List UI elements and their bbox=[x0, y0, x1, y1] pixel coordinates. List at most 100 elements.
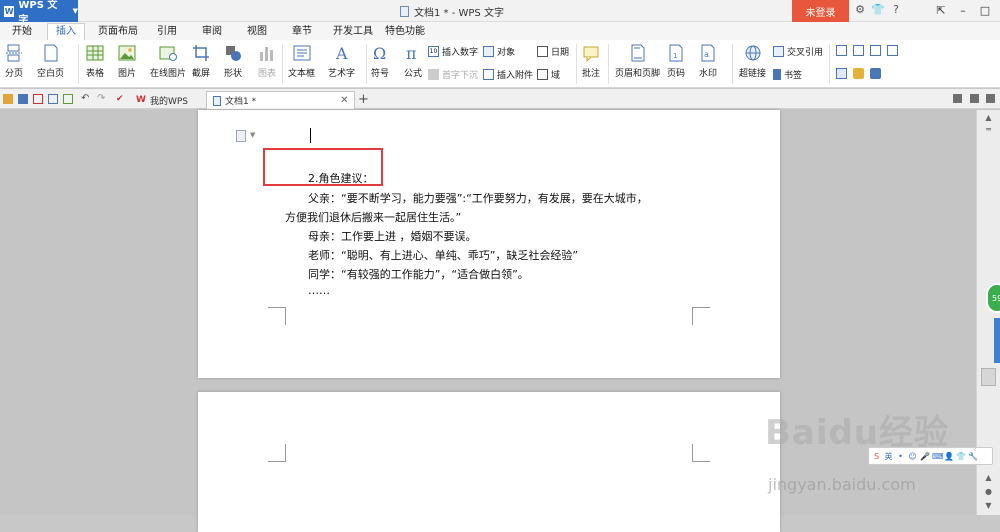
doc-line-heading[interactable]: 2.角色建议： bbox=[308, 170, 374, 186]
attachment-button[interactable]: 插入附件 bbox=[483, 68, 533, 81]
settings-icon[interactable]: ⚙ bbox=[853, 3, 867, 17]
screenshot-button[interactable]: 截屏 bbox=[192, 40, 210, 79]
svg-text:a: a bbox=[704, 50, 709, 59]
doc-line[interactable]: 方便我们退休后搬来一起居住生活。” bbox=[285, 209, 461, 225]
customize-icon[interactable]: ✔ bbox=[116, 94, 126, 104]
english-mode-icon[interactable]: 英 bbox=[884, 452, 893, 461]
field-button[interactable]: 域 bbox=[537, 68, 560, 81]
next-page-button[interactable]: ▼ bbox=[981, 500, 996, 512]
chart-button[interactable]: 图表 bbox=[258, 40, 276, 79]
header-footer-icon bbox=[631, 44, 644, 62]
insert-number-button[interactable]: 10 插入数字 bbox=[428, 45, 478, 58]
crossref-button[interactable]: 交叉引用 bbox=[773, 45, 823, 58]
prev-page-button[interactable]: ▲ bbox=[981, 472, 996, 484]
voice-icon[interactable]: 🎤 bbox=[920, 452, 930, 461]
tools-icon[interactable]: 🔧 bbox=[968, 452, 978, 461]
minimize-button[interactable]: – bbox=[954, 3, 972, 18]
date-button[interactable]: 日期 bbox=[537, 45, 569, 58]
doc-line[interactable]: 同学：“有较强的工作能力”，“适合做白领”。 bbox=[308, 266, 529, 282]
skin-icon[interactable]: 👕 bbox=[871, 3, 885, 17]
watermark-button[interactable]: a 水印 bbox=[699, 40, 717, 79]
punctuation-icon[interactable]: • bbox=[896, 452, 905, 461]
scroll-up-button[interactable]: ▲ bbox=[981, 112, 996, 124]
lock-icon[interactable] bbox=[870, 68, 881, 79]
restore-top-icon[interactable]: ⇱ bbox=[932, 3, 950, 18]
more-icon[interactable] bbox=[986, 94, 995, 103]
object-label: 对象 bbox=[497, 48, 516, 58]
tab-references[interactable]: 引用 bbox=[157, 24, 177, 40]
save-icon[interactable] bbox=[18, 94, 28, 104]
print-icon[interactable] bbox=[48, 94, 58, 104]
page-1[interactable]: ▼ 2.角色建议： 父亲：“要不断学习，能力要强”:“工作要努力，有发展，要在大… bbox=[198, 110, 780, 378]
split-icon[interactable]: ═ bbox=[981, 124, 996, 136]
maximize-button[interactable]: □ bbox=[976, 3, 994, 18]
redo-icon[interactable]: ↷ bbox=[97, 94, 107, 104]
textbox-button[interactable]: 文本框 bbox=[288, 40, 315, 79]
undo-icon[interactable]: ↶ bbox=[81, 94, 91, 104]
side-badge[interactable]: 59 bbox=[986, 283, 1000, 313]
page-number-button[interactable]: 1 页码 bbox=[667, 40, 685, 79]
paragraph-layout-icon[interactable] bbox=[236, 130, 246, 142]
form-icon[interactable] bbox=[836, 45, 847, 56]
symbol-button[interactable]: Ω 符号 bbox=[371, 40, 389, 79]
tab-special[interactable]: 特色功能 bbox=[385, 24, 425, 40]
picture-button[interactable]: 图片 bbox=[118, 40, 136, 79]
tab-view[interactable]: 视图 bbox=[247, 24, 267, 40]
formula-button[interactable]: π 公式 bbox=[404, 40, 422, 79]
dropdown-icon[interactable] bbox=[870, 45, 881, 56]
side-panel-toggle[interactable] bbox=[994, 318, 1000, 363]
object-button[interactable]: 对象 bbox=[483, 45, 515, 58]
document-canvas[interactable]: ▼ 2.角色建议： 父亲：“要不断学习，能力要强”:“工作要努力，有发展，要在大… bbox=[0, 110, 976, 532]
shape-button[interactable]: 形状 bbox=[224, 40, 242, 79]
help-icon[interactable]: ? bbox=[889, 3, 903, 17]
page-break-button[interactable]: 分页 bbox=[5, 40, 23, 79]
doc-line[interactable]: 老师：“聪明、有上进心、单纯、乖巧”，缺乏社会经验” bbox=[308, 247, 578, 263]
eraser-icon[interactable] bbox=[853, 68, 864, 79]
open-icon[interactable] bbox=[3, 94, 13, 104]
comment-button[interactable]: 批注 bbox=[582, 40, 600, 79]
tab-chapter[interactable]: 章节 bbox=[292, 24, 312, 40]
formula-label: 公式 bbox=[404, 69, 423, 79]
tab-document1[interactable]: 文档1 * ✕ bbox=[206, 91, 356, 109]
tab-home[interactable]: 开始 bbox=[12, 24, 32, 40]
chart-icon bbox=[260, 47, 273, 61]
emoji-icon[interactable]: ☺ bbox=[908, 452, 917, 461]
tab-page-layout[interactable]: 页面布局 bbox=[98, 24, 138, 40]
page-2[interactable] bbox=[198, 392, 780, 532]
chevron-down-icon: ▼ bbox=[250, 131, 256, 139]
online-picture-button[interactable]: 在线图片 bbox=[150, 40, 186, 79]
app-menu-button[interactable]: W WPS 文字 ▼ bbox=[0, 0, 78, 26]
new-tab-button[interactable]: + bbox=[358, 92, 369, 107]
select-browse-object-button[interactable]: ● bbox=[981, 486, 996, 498]
tab-my-wps[interactable]: W 我的WPS bbox=[130, 91, 194, 109]
skin-icon[interactable]: 👕 bbox=[956, 452, 966, 461]
dropcap-button[interactable]: 首字下沉 bbox=[428, 68, 478, 81]
doc-line[interactable]: 父亲：“要不断学习，能力要强”:“工作要努力，有发展，要在大城市， bbox=[308, 190, 648, 206]
tab-insert[interactable]: 插入 bbox=[47, 23, 85, 40]
doc-line[interactable]: 母亲：工作要上进 ，婚姻不要误。 bbox=[308, 228, 477, 244]
login-button[interactable]: 未登录 bbox=[792, 0, 849, 22]
header-footer-button[interactable]: 页眉和页脚 bbox=[615, 40, 660, 79]
extra-tools-row2 bbox=[836, 68, 884, 79]
print-preview-icon[interactable] bbox=[63, 94, 73, 104]
keyboard-icon[interactable]: ⌨ bbox=[932, 452, 944, 461]
user-icon[interactable]: 👤 bbox=[944, 452, 954, 461]
table-button[interactable]: 表格 bbox=[86, 40, 104, 79]
close-tab-icon[interactable]: ✕ bbox=[340, 95, 348, 106]
bookmark-button[interactable]: 书签 bbox=[773, 68, 802, 81]
input-method-icon[interactable]: S bbox=[872, 452, 881, 461]
wordart-button[interactable]: A 艺术字 bbox=[328, 40, 355, 79]
tab-review[interactable]: 审阅 bbox=[202, 24, 222, 40]
doc-line[interactable]: …… bbox=[308, 284, 330, 297]
collapse-ribbon-icon[interactable] bbox=[970, 94, 979, 103]
blank-page-button[interactable]: 空白页 bbox=[37, 40, 64, 79]
checkbox-icon[interactable] bbox=[853, 45, 864, 56]
scrollbar-thumb[interactable] bbox=[981, 368, 996, 386]
chart-label: 图表 bbox=[258, 69, 277, 79]
tab-developer[interactable]: 开发工具 bbox=[333, 24, 373, 40]
frame-icon[interactable] bbox=[887, 45, 898, 56]
design-mode-icon[interactable] bbox=[836, 68, 847, 79]
pdf-icon[interactable] bbox=[33, 94, 43, 104]
hyperlink-button[interactable]: 超链接 bbox=[739, 40, 766, 79]
layout-icon[interactable] bbox=[953, 94, 962, 103]
